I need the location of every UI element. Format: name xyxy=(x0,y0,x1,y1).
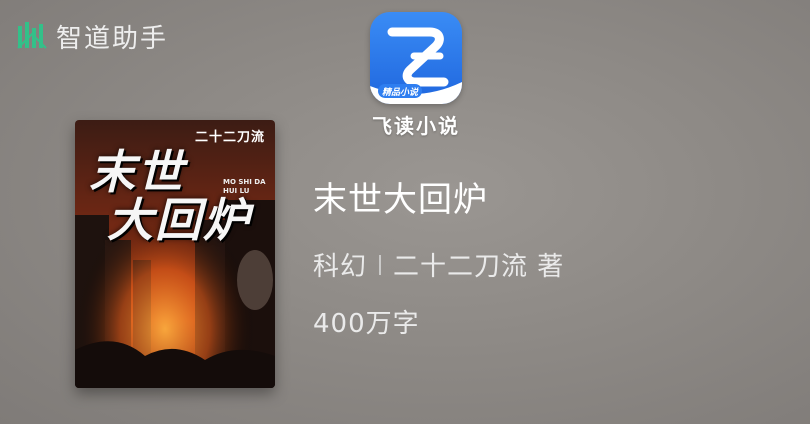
cover-pinyin: MO SHI DA HUI LU xyxy=(223,178,266,195)
app-badge-text: 精品小说 xyxy=(382,88,419,98)
cover-title-line1: 末世 xyxy=(89,145,185,199)
cover-title-line2: 大回炉 xyxy=(107,193,251,247)
book-genre: 科幻 xyxy=(313,252,368,282)
cover-title: 末世 大回炉 xyxy=(89,148,269,244)
book-title[interactable]: 末世大回炉 xyxy=(313,172,488,221)
zhidao-logo-icon xyxy=(17,22,47,49)
book-cover[interactable]: 二十二刀流 末世 大回炉 MO SHI DA HUI LU xyxy=(75,120,275,388)
book-author: 二十二刀流 著 xyxy=(393,252,565,282)
meta-divider xyxy=(379,254,382,275)
app-name: 飞读小说 xyxy=(372,114,460,138)
app-icon[interactable]: 精品小说 xyxy=(370,12,462,104)
watermark: 智道助手 xyxy=(16,18,168,54)
cover-author: 二十二刀流 xyxy=(194,130,265,145)
book-word-count: 400万字 xyxy=(313,309,420,339)
book-meta: 科幻 二十二刀流 著 xyxy=(313,246,564,283)
watermark-text: 智道助手 xyxy=(56,23,169,54)
